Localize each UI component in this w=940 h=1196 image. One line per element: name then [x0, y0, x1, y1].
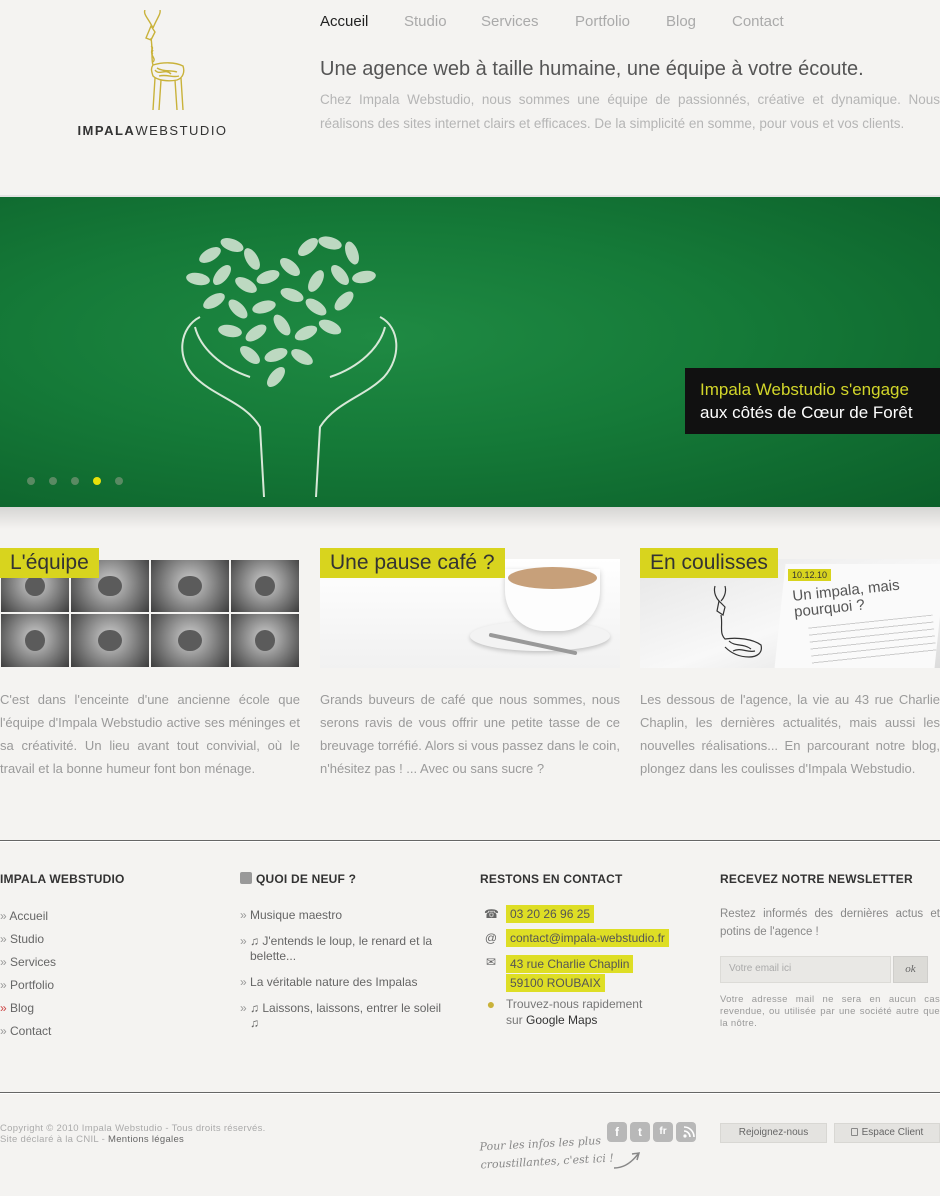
tagline: Une agence web à taille humaine, une équ… [320, 58, 864, 80]
impala-logo-icon [143, 10, 184, 111]
arrow-icon [613, 1152, 641, 1169]
phone-icon: ☎ [484, 907, 499, 921]
footer-col-news: QUOI DE NEUF ? Musique maestro ♫ J'enten… [240, 872, 450, 1042]
slider-dots [27, 477, 123, 485]
hero-slider[interactable] [0, 195, 940, 507]
slider-dot-4[interactable] [93, 477, 101, 485]
news-list: Musique maestro ♫ J'entends le loup, le … [240, 908, 450, 1031]
slider-dot-1[interactable] [27, 477, 35, 485]
join-button[interactable]: Rejoignez-nous [720, 1123, 827, 1143]
twitter-icon[interactable]: t [630, 1122, 650, 1142]
newsletter-text: Restez informés des dernières actus et p… [720, 908, 940, 938]
footer-col-contact: RESTONS EN CONTACT ☎ 03 20 26 96 25 @ co… [480, 872, 700, 1052]
rss-symbol [683, 1126, 695, 1138]
contact-phone: ☎ 03 20 26 96 25 [480, 905, 595, 923]
footer-link-portfolio[interactable]: Portfolio [0, 978, 125, 1001]
footer-col-title: RECEVEZ NOTRE NEWSLETTER [720, 872, 913, 886]
nav-services[interactable]: Services [481, 13, 575, 30]
lock-icon [850, 1128, 858, 1136]
feature-text: Grands buveurs de café que nous sommes, … [320, 692, 620, 776]
copyright: Copyright © 2010 Impala Webstudio - Tous… [0, 1123, 266, 1145]
contact-maps: ● Trouvez-nous rapidement sur Google Map… [480, 996, 643, 1028]
footer-link-studio[interactable]: Studio [0, 932, 125, 955]
feature-text: Les dessous de l'agence, la vie au 43 ru… [640, 692, 940, 776]
google-maps-link[interactable]: Google Maps [526, 1013, 597, 1027]
slider-dot-3[interactable] [71, 477, 79, 485]
client-area-button[interactable]: Espace Client [834, 1123, 940, 1143]
main-nav: Accueil Studio Services Portfolio Blog C… [320, 13, 784, 30]
footer-col-newsletter: RECEVEZ NOTRE NEWSLETTER Restez informés… [720, 872, 940, 941]
at-icon: @ [484, 931, 498, 945]
footer-separator-bottom [0, 1092, 940, 1094]
heart-tree-illustration [181, 236, 398, 498]
blog-date: 10.12.10 [788, 569, 832, 581]
intro-text: Chez Impala Webstudio, nous sommes une é… [320, 92, 940, 131]
map-pin-icon: ● [486, 996, 496, 1012]
news-item[interactable]: ♫ J'entends le loup, le renard et la bel… [240, 934, 450, 964]
newsletter-submit-button[interactable]: ok [893, 956, 928, 983]
footer-link-contact[interactable]: Contact [0, 1024, 125, 1047]
slider-dot-2[interactable] [49, 477, 57, 485]
legal-link[interactable]: Mentions légales [108, 1134, 184, 1145]
footer-col-sitemap: IMPALA WEBSTUDIO Accueil Studio Services… [0, 872, 125, 1047]
footer-link-blog[interactable]: Blog [0, 1001, 125, 1024]
footer-link-services[interactable]: Services [0, 955, 125, 978]
feature-label[interactable]: Une pause café ? [320, 548, 505, 578]
logo[interactable]: IMPALAWEBSTUDIO [70, 10, 235, 138]
footer-separator-top [0, 840, 940, 842]
nav-portfolio[interactable]: Portfolio [575, 13, 666, 30]
mail-icon: ✉ [485, 955, 497, 969]
news-item[interactable]: La véritable nature des Impalas [240, 975, 450, 990]
footer-link-accueil[interactable]: Accueil [0, 909, 125, 932]
facebook-icon[interactable]: f [607, 1122, 627, 1142]
newsletter-privacy-note: Votre adresse mail ne sera en aucun cas … [720, 994, 940, 1029]
news-item[interactable]: ♫ Laissons, laissons, entrer le soleil ♫ [240, 1001, 450, 1031]
contact-address: ✉ 43 rue Charlie Chaplin 59100 ROUBAIX [480, 955, 634, 993]
viadeo-icon[interactable]: fr [653, 1122, 673, 1142]
nav-blog[interactable]: Blog [666, 13, 732, 30]
social-tagline: Pour les infos les plus croustillantes, … [479, 1134, 615, 1172]
impala-sketch-icon [713, 585, 762, 658]
nav-studio[interactable]: Studio [404, 13, 481, 30]
nav-accueil[interactable]: Accueil [320, 13, 404, 30]
footer-col-title: QUOI DE NEUF ? [240, 872, 450, 888]
footer-col-title: IMPALA WEBSTUDIO [0, 872, 125, 886]
footer-links: Accueil Studio Services Portfolio Blog C… [0, 909, 125, 1047]
footer-col-title: RESTONS EN CONTACT [480, 872, 623, 886]
feature-text: C'est dans l'enceinte d'une ancienne éco… [0, 692, 300, 776]
contact-email: @ contact@impala-webstudio.fr [480, 929, 669, 947]
feature-label[interactable]: En coulisses [640, 548, 778, 578]
logo-wordmark: IMPALAWEBSTUDIO [77, 123, 228, 138]
news-item[interactable]: Musique maestro [240, 908, 450, 923]
rss-icon[interactable] [240, 872, 252, 884]
newsletter-email-input[interactable]: Votre email ici [720, 956, 891, 983]
nav-contact[interactable]: Contact [732, 13, 784, 30]
slider-caption[interactable]: Impala Webstudio s'engage aux côtés de C… [685, 368, 940, 434]
slider-shadow [0, 507, 940, 529]
feature-label[interactable]: L'équipe [0, 548, 99, 578]
slider-dot-5[interactable] [115, 477, 123, 485]
